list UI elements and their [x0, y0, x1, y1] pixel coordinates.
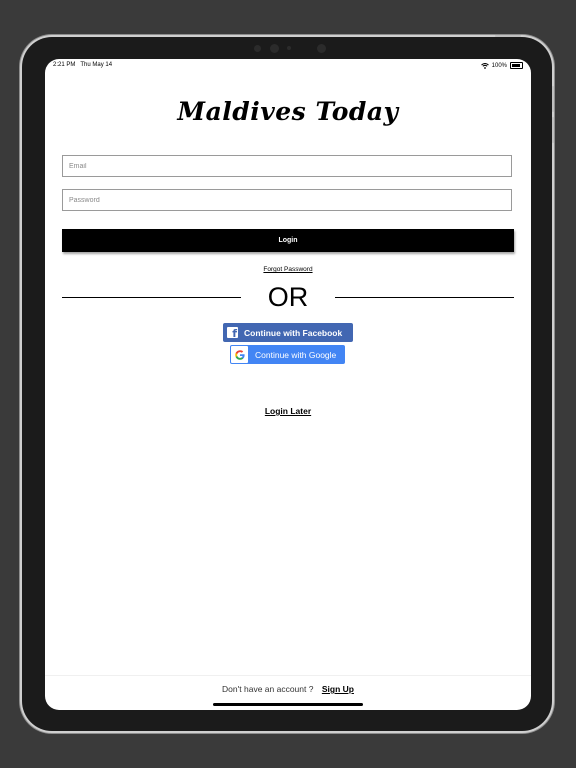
- volume-up-button: [552, 86, 554, 112]
- home-indicator[interactable]: [213, 703, 363, 706]
- footer-divider: [45, 675, 531, 676]
- divider-right: [335, 297, 514, 298]
- facebook-login-button[interactable]: f Continue with Facebook: [223, 323, 353, 342]
- facebook-icon: f: [227, 327, 238, 339]
- status-bar: 2:21 PM Thu May 14 100%: [45, 59, 531, 71]
- camera-bar: [254, 43, 356, 53]
- google-button-label: Continue with Google: [255, 349, 337, 360]
- signup-prompt: Don't have an account ?: [222, 684, 314, 694]
- login-button[interactable]: Login: [62, 229, 514, 252]
- google-login-button[interactable]: Continue with Google: [230, 345, 345, 364]
- battery-icon: [510, 62, 523, 69]
- password-field[interactable]: [62, 189, 512, 211]
- login-later-link[interactable]: Login Later: [45, 406, 531, 416]
- facebook-button-label: Continue with Facebook: [244, 327, 343, 338]
- status-time: 2:21 PM Thu May 14: [53, 62, 113, 68]
- app-screen: 2:21 PM Thu May 14 100% Maldives Today L…: [45, 59, 531, 710]
- signup-footer: Don't have an account ? Sign Up: [45, 684, 531, 694]
- signup-link[interactable]: Sign Up: [322, 684, 354, 694]
- battery-percent: 100%: [491, 62, 507, 69]
- app-logo: Maldives Today: [177, 97, 399, 126]
- google-icon: [231, 346, 248, 363]
- forgot-password-link[interactable]: Forgot Password: [45, 266, 531, 273]
- wifi-icon: [480, 62, 489, 69]
- status-date: Thu May 14: [80, 62, 113, 68]
- top-button: [495, 35, 521, 37]
- email-field[interactable]: [62, 155, 512, 177]
- volume-down-button: [552, 117, 554, 143]
